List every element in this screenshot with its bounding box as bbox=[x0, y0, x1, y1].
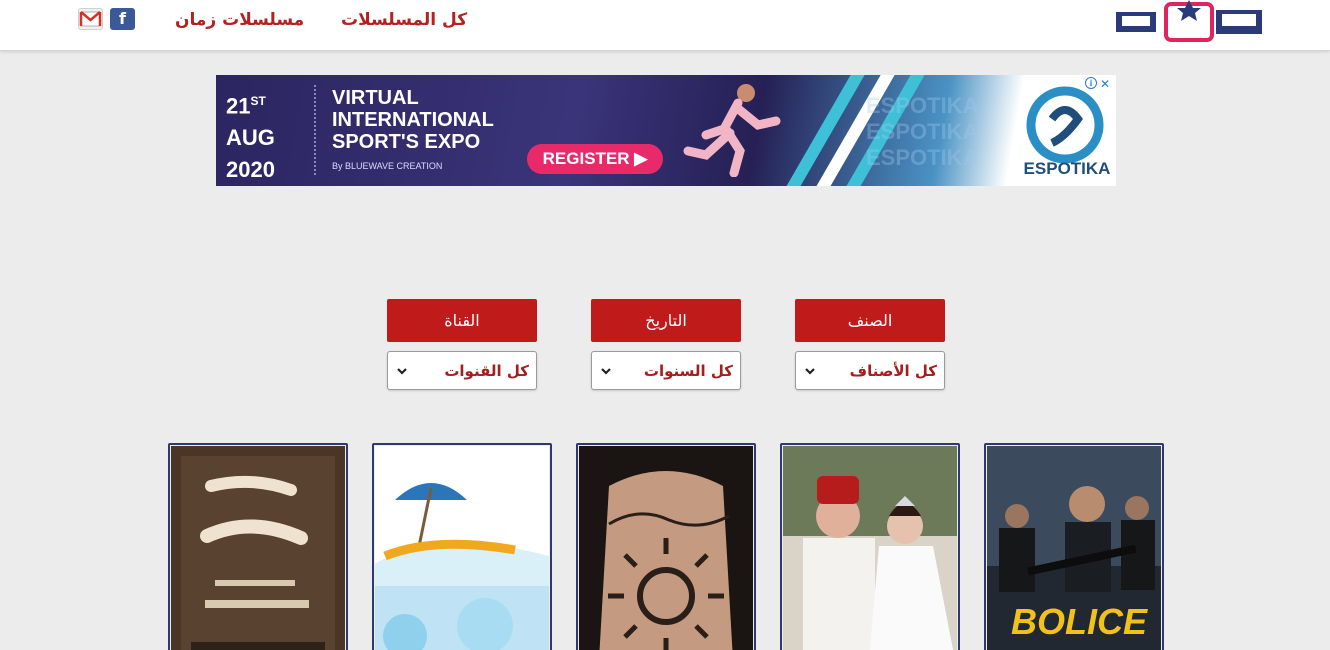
poster-image: BOLICE bbox=[987, 446, 1161, 650]
filter-genre-label: الصنف bbox=[795, 299, 945, 342]
poster-donia-okhra[interactable] bbox=[168, 443, 348, 650]
ad-brand-name: ESPOTIKA bbox=[1023, 159, 1111, 178]
genre-select[interactable]: كل الأصناف bbox=[795, 351, 945, 390]
ad-title: VIRTUAL INTERNATIONAL SPORT'S EXPO bbox=[332, 87, 494, 153]
year-select[interactable]: كل السنوات bbox=[591, 351, 741, 390]
ad-ghost-text: ESPOTIKA bbox=[866, 119, 979, 144]
year-select-value: كل السنوات bbox=[643, 362, 733, 380]
site-logo[interactable] bbox=[1112, 0, 1264, 46]
poster-wedding[interactable] bbox=[780, 443, 960, 650]
nav-old-series[interactable]: مسلسلات زمان bbox=[175, 10, 304, 30]
poster-image bbox=[171, 446, 345, 650]
poster-bolice[interactable]: BOLICE bbox=[984, 443, 1164, 650]
poster-image bbox=[375, 446, 549, 650]
chevron-down-icon bbox=[397, 368, 407, 375]
ad-close-icon[interactable]: ✕ bbox=[1100, 77, 1110, 91]
ad-date: 21ST AUG 2020 bbox=[226, 93, 275, 183]
poster-title: BOLICE bbox=[1011, 601, 1148, 642]
facebook-icon[interactable]: f bbox=[110, 8, 135, 30]
ad-divider bbox=[314, 85, 316, 175]
ad-info-icon[interactable]: i bbox=[1085, 77, 1097, 89]
envelope-icon bbox=[79, 11, 102, 27]
ad-ghost-text: ESPOTIKA bbox=[866, 145, 979, 170]
nav-all-series[interactable]: كل المسلسلات bbox=[341, 10, 467, 30]
chevron-down-icon bbox=[805, 368, 815, 375]
filter-date-label: التاريخ bbox=[591, 299, 741, 342]
advertisement-banner[interactable]: 21ST AUG 2020 VIRTUAL INTERNATIONAL SPOR… bbox=[216, 75, 1116, 186]
channel-select-value: كل القنوات bbox=[444, 362, 529, 380]
top-navbar: كل المسلسلات مسلسلات زمان f bbox=[0, 0, 1330, 51]
poster-beach[interactable] bbox=[372, 443, 552, 650]
runner-illustration bbox=[683, 84, 781, 177]
ad-subtitle: By BLUEWAVE CREATION bbox=[332, 161, 443, 171]
chevron-down-icon bbox=[601, 368, 611, 375]
channel-select[interactable]: كل القنوات bbox=[387, 351, 537, 390]
poster-image bbox=[579, 446, 753, 650]
ad-ghost-text: ESPOTIKA bbox=[866, 93, 979, 118]
ad-register-button[interactable]: REGISTER ▶ bbox=[527, 144, 663, 174]
poster-tattoo[interactable] bbox=[576, 443, 756, 650]
gmail-icon[interactable] bbox=[78, 8, 103, 30]
poster-image bbox=[783, 446, 957, 650]
genre-select-value: كل الأصناف bbox=[849, 362, 937, 380]
filter-channel-label: القناة bbox=[387, 299, 537, 342]
